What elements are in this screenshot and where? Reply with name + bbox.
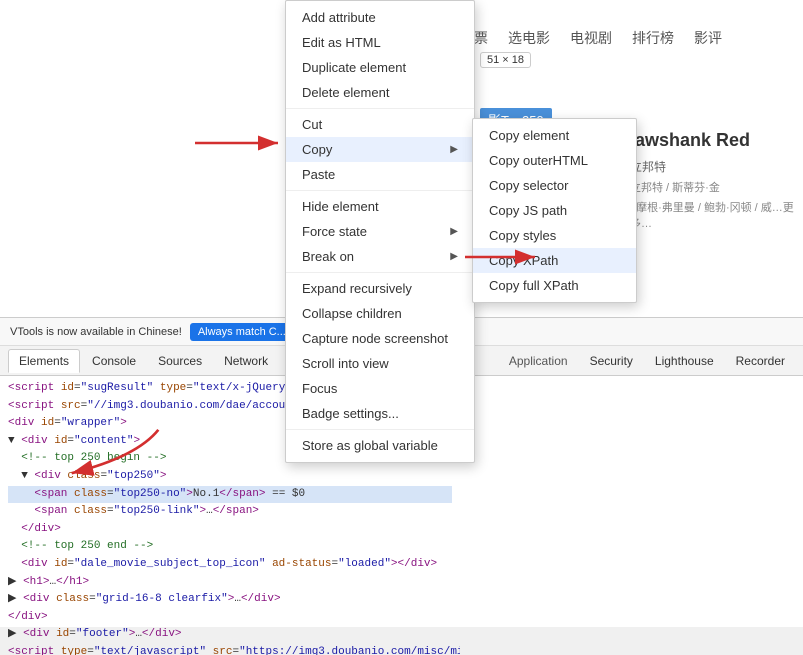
tab-console[interactable]: Console [82, 350, 146, 372]
menu-divider-1 [286, 108, 474, 109]
submenu-copy-element[interactable]: Copy element [473, 123, 636, 148]
menu-item-cut[interactable]: Cut [286, 112, 474, 137]
menu-divider-2 [286, 190, 474, 191]
menu-item-badge-settings[interactable]: Badge settings... [286, 401, 474, 426]
submenu-copy-outerhtml[interactable]: Copy outerHTML [473, 148, 636, 173]
submenu-copy-styles[interactable]: Copy styles [473, 223, 636, 248]
menu-item-paste[interactable]: Paste [286, 162, 474, 187]
menu-item-force-state[interactable]: Force state ▶ [286, 219, 474, 244]
submenu-copy-selector[interactable]: Copy selector [473, 173, 636, 198]
menu-item-focus[interactable]: Focus [286, 376, 474, 401]
director-info: 立邦特 立邦特 / 斯蒂芬·金 / 摩根·弗里曼 / 鲍勃·冈顿 / 威…更多… [630, 158, 803, 231]
cast-line1: 立邦特 / 斯蒂芬·金 [630, 179, 803, 195]
nav-item-tv[interactable]: 电视剧 [570, 28, 612, 48]
copy-submenu: Copy element Copy outerHTML Copy selecto… [472, 118, 637, 303]
nav-item-rankings[interactable]: 排行榜 [632, 28, 674, 48]
code-line-14: </div> [8, 609, 452, 627]
code-line-15: ▶ <div id="footer">…</div> [8, 626, 452, 644]
force-state-arrow-icon: ▶ [450, 226, 458, 237]
submenu-arrow-icon: ▶ [450, 144, 458, 155]
code-line-11: <div id="dale_movie_subject_top_icon" ad… [8, 556, 452, 574]
menu-divider-3 [286, 272, 474, 273]
code-line-6: ▼ <div class="top250"> [8, 468, 452, 486]
menu-item-edit-as-html[interactable]: Edit as HTML [286, 30, 474, 55]
menu-item-delete-element[interactable]: Delete element [286, 80, 474, 105]
menu-item-break-on[interactable]: Break on ▶ [286, 244, 474, 269]
tab-lighthouse[interactable]: Lighthouse [645, 350, 724, 372]
break-on-arrow-icon: ▶ [450, 251, 458, 262]
tab-application[interactable]: Application [499, 350, 578, 372]
menu-item-add-attribute[interactable]: Add attribute [286, 5, 474, 30]
code-line-16: <script type="text/javascript" src="http… [8, 644, 452, 655]
menu-item-collapse-children[interactable]: Collapse children [286, 301, 474, 326]
submenu-copy-xpath[interactable]: Copy XPath [473, 248, 636, 273]
tab-sources[interactable]: Sources [148, 350, 212, 372]
menu-item-hide-element[interactable]: Hide element [286, 194, 474, 219]
submenu-copy-js-path[interactable]: Copy JS path [473, 198, 636, 223]
size-badge: 51 × 18 [480, 52, 531, 68]
submenu-copy-full-xpath[interactable]: Copy full XPath [473, 273, 636, 298]
tab-security[interactable]: Security [580, 350, 643, 372]
code-line-10: <!-- top 250 end --> [8, 538, 452, 556]
menu-item-expand-recursively[interactable]: Expand recursively [286, 276, 474, 301]
code-line-13: ▶ <div class="grid-16-8 clearfix">…</div… [8, 591, 452, 609]
movie-title: jawshank Red [630, 130, 750, 151]
code-line-9: </div> [8, 521, 452, 539]
tab-elements[interactable]: Elements [8, 349, 80, 373]
menu-item-store-global[interactable]: Store as global variable [286, 433, 474, 458]
tab-recorder[interactable]: Recorder [726, 350, 795, 372]
code-line-12: ▶ <h1>…</h1> [8, 574, 452, 592]
code-line-8: <span class="top250-link">…</span> [8, 503, 452, 521]
menu-divider-4 [286, 429, 474, 430]
menu-item-duplicate-element[interactable]: Duplicate element [286, 55, 474, 80]
nav-item-movies[interactable]: 选电影 [508, 28, 550, 48]
menu-item-capture-screenshot[interactable]: Capture node screenshot [286, 326, 474, 351]
director-name: 立邦特 [630, 158, 803, 175]
cast-line2: / 摩根·弗里曼 / 鲍勃·冈顿 / 威…更多… [630, 199, 803, 231]
nav-item-reviews[interactable]: 影评 [694, 28, 722, 48]
tab-network[interactable]: Network [214, 350, 278, 372]
menu-item-copy[interactable]: Copy ▶ [286, 137, 474, 162]
context-menu: Add attribute Edit as HTML Duplicate ele… [285, 0, 475, 463]
top-navigation: 购票 选电影 电视剧 排行榜 影评 [460, 28, 722, 48]
menu-item-scroll-into-view[interactable]: Scroll into view [286, 351, 474, 376]
devtools-info-text: VTools is now available in Chinese! [10, 326, 182, 338]
code-line-7[interactable]: <span class="top250-no">No.1</span> == $… [8, 486, 452, 504]
always-match-button[interactable]: Always match C... [190, 323, 294, 341]
